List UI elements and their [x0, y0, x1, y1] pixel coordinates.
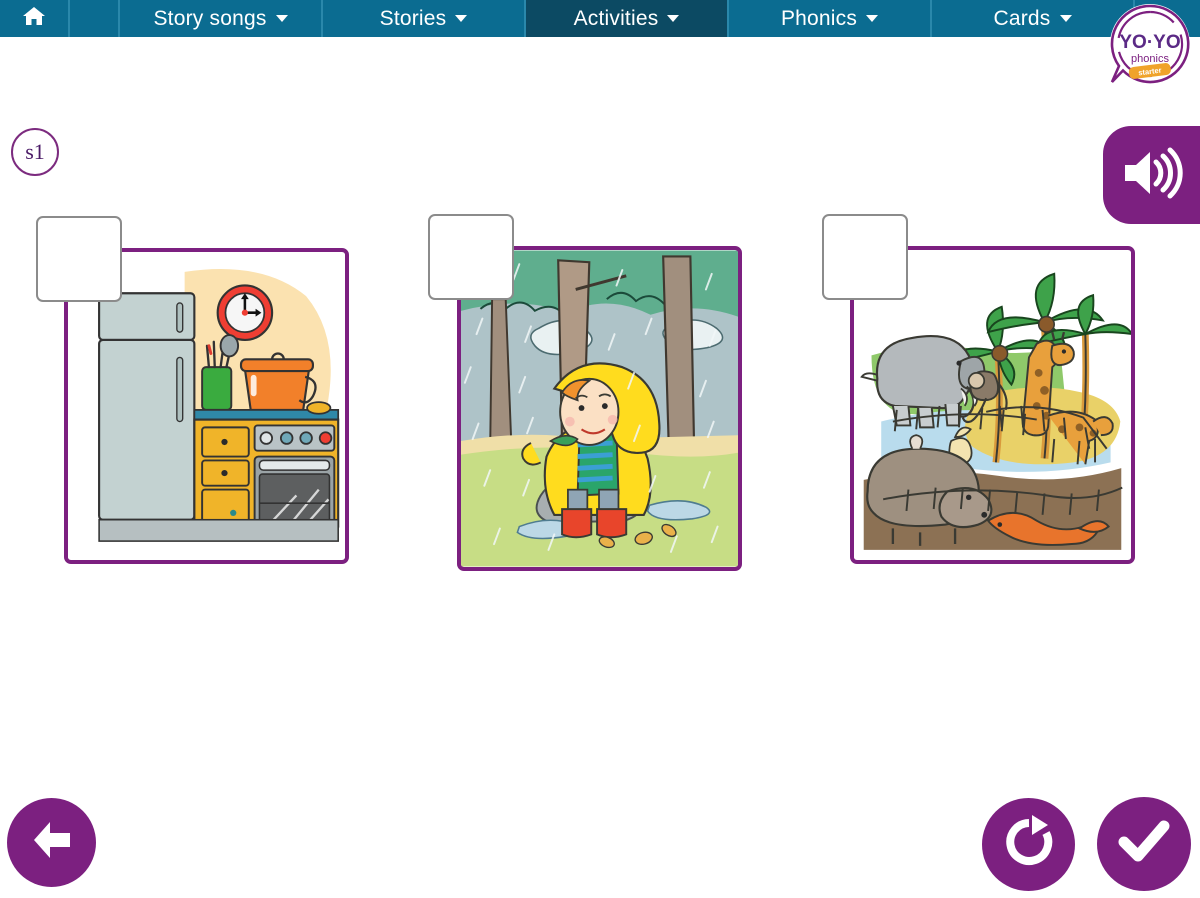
logo-secondary-text: phonics [1131, 53, 1169, 65]
back-button[interactable] [7, 798, 96, 887]
nav-item-story-songs[interactable]: Story songs [120, 0, 323, 37]
check-icon [1114, 812, 1174, 877]
home-icon [22, 5, 46, 33]
nav-item-spacer [70, 0, 120, 37]
yoyo-phonics-logo[interactable]: YO·YO phonics starter [1102, 2, 1198, 90]
nav-item-phonics[interactable]: Phonics [729, 0, 932, 37]
chevron-down-icon [275, 15, 288, 22]
drop-target-2[interactable] [428, 214, 514, 300]
lesson-badge-label: s1 [25, 139, 45, 164]
chevron-down-icon [455, 15, 468, 22]
back-arrow-icon [24, 812, 80, 873]
nav-label-story-songs: Story songs [153, 6, 267, 30]
activity-card-2 [415, 210, 775, 571]
nav-label-activities: Activities [573, 6, 659, 30]
nav-item-home[interactable] [0, 0, 70, 37]
nav-label-phonics: Phonics [780, 6, 858, 30]
nav-label-stories: Stories [379, 6, 447, 30]
activity-cards-row [0, 210, 1200, 571]
confirm-button[interactable] [1097, 797, 1191, 891]
nav-label-cards: Cards [993, 6, 1051, 30]
drop-target-3[interactable] [822, 214, 908, 300]
lesson-badge: s1 [11, 128, 59, 176]
drop-target-1[interactable] [36, 216, 122, 302]
logo-primary-text: YO·YO [1119, 32, 1180, 53]
speaker-icon [1121, 146, 1183, 205]
chevron-down-icon [667, 15, 680, 22]
reset-button[interactable] [982, 798, 1075, 891]
chevron-down-icon [1059, 15, 1072, 22]
activity-card-1 [22, 210, 382, 570]
chevron-down-icon [866, 15, 879, 22]
top-navigation-bar: Story songs Stories Activities Phonics C… [0, 0, 1200, 37]
nav-item-stories[interactable]: Stories [323, 0, 526, 37]
refresh-icon [1000, 813, 1058, 876]
nav-item-activities[interactable]: Activities [526, 0, 729, 37]
activity-card-3 [808, 210, 1168, 570]
